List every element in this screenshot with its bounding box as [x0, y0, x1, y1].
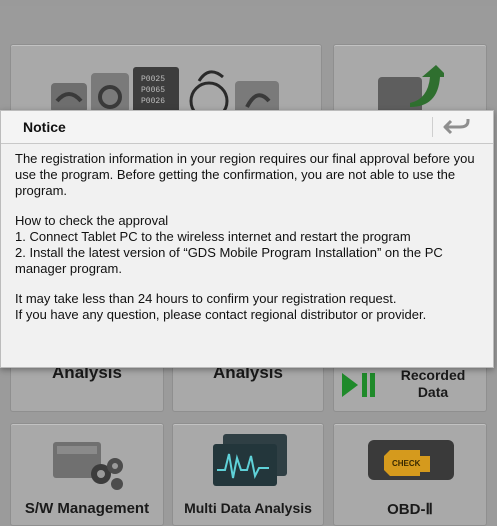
recorded-label-line2: Data	[417, 384, 449, 400]
how-to-title: How to check the approval	[15, 213, 169, 228]
status-strip	[0, 0, 497, 6]
svg-text:CHECK: CHECK	[392, 459, 421, 468]
step-1: 1. Connect Tablet PC to the wireless int…	[15, 229, 411, 244]
code-1: P0025	[141, 75, 165, 84]
header-divider	[432, 117, 433, 137]
tile-label-obd: OBD-Ⅱ	[387, 501, 433, 518]
tile-sw-management[interactable]: S/W Management	[10, 423, 164, 526]
tile-label-multi: Multi Data Analysis	[184, 500, 312, 516]
dialog-header: Notice	[1, 111, 493, 144]
check-engine-icon: CHECK	[368, 440, 454, 480]
tile-label-sw: S/W Management	[24, 500, 150, 517]
notes-section: It may take less than 24 hours to confir…	[15, 291, 483, 323]
waveform-screens-icon	[213, 434, 287, 486]
notice-dialog: Notice The registration information in y…	[0, 110, 494, 368]
code-2: P0065	[141, 86, 165, 95]
how-to-section: How to check the approval 1. Connect Tab…	[15, 213, 483, 277]
tile-multi-data-analysis[interactable]: Multi Data Analysis	[172, 423, 324, 526]
note-2: If you have any question, please contact…	[15, 307, 427, 322]
dialog-title: Notice	[23, 119, 66, 135]
code-3: P0026	[141, 97, 165, 106]
ecu-gear-icon	[53, 442, 123, 490]
recorded-label-line1: Recorded	[400, 367, 466, 383]
tile-label-recorded: Recorded Data	[384, 367, 482, 401]
note-1: It may take less than 24 hours to confir…	[15, 291, 397, 306]
step-2: 2. Install the latest version of “GDS Mo…	[15, 245, 443, 276]
dialog-body: The registration information in your reg…	[15, 151, 483, 337]
approval-paragraph: The registration information in your reg…	[15, 151, 475, 198]
tile-obd2[interactable]: CHECK OBD-Ⅱ	[333, 423, 487, 526]
play-pause-icon	[342, 373, 375, 397]
back-arrow-icon[interactable]	[443, 115, 473, 139]
